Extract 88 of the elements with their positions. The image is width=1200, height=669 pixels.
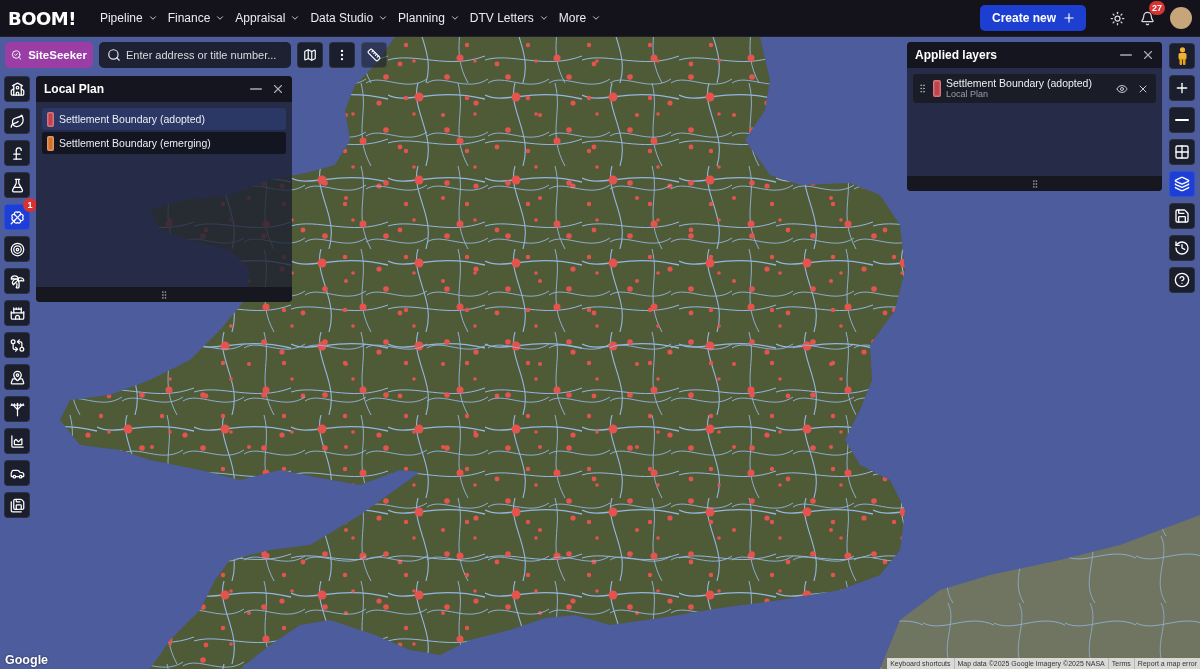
sun-icon [1109, 10, 1125, 26]
tool-button[interactable] [4, 332, 30, 358]
save-stack-icon [9, 497, 25, 513]
siteseeker-button[interactable]: SiteSeeker [5, 42, 93, 68]
area-chart-icon [9, 433, 25, 449]
layer-name: Settlement Boundary (adopted) [946, 76, 1093, 90]
chevron-down-icon [538, 13, 549, 23]
drag-handle-icon[interactable] [159, 289, 169, 300]
chevron-down-icon [215, 13, 226, 23]
eye-icon [1116, 82, 1128, 95]
plus-icon [1174, 80, 1190, 96]
tool-button[interactable] [4, 204, 30, 230]
flask-icon [9, 177, 25, 193]
nav-menu-button[interactable]: Planning [398, 11, 460, 25]
nav-menu-button[interactable]: Appraisal [235, 11, 301, 25]
layers-icon [1174, 176, 1190, 192]
map-pin-icon [9, 369, 25, 385]
bell-icon [1139, 10, 1155, 26]
tool-button[interactable] [4, 268, 30, 294]
tool-button[interactable] [4, 492, 30, 518]
search-field[interactable]: Enter address or title number... [99, 42, 291, 68]
chevron-down-icon [147, 13, 158, 23]
notifications-button[interactable] [1138, 9, 1156, 27]
minimize-icon [1120, 54, 1132, 56]
brand-logo[interactable]: BOOM! [8, 7, 76, 29]
grid-icon [1174, 144, 1190, 160]
minus-icon [1175, 119, 1189, 121]
layers-button[interactable] [1169, 171, 1195, 197]
tool-button[interactable] [4, 76, 30, 102]
ruler-icon [367, 48, 381, 62]
pegman-icon [1176, 47, 1188, 65]
map-icon [303, 48, 317, 62]
plus-icon [1062, 11, 1076, 25]
drag-handle-icon[interactable] [917, 83, 928, 94]
tool-button[interactable] [4, 108, 30, 134]
clover-icon [9, 209, 25, 225]
nav-menu-button[interactable]: Finance [167, 11, 226, 25]
measure-button[interactable] [361, 42, 387, 68]
create-new-button[interactable]: Create new [979, 5, 1086, 31]
school-building-icon [9, 81, 25, 97]
nav-menu-button[interactable]: Data Studio [310, 11, 389, 25]
search-icon [107, 48, 121, 62]
nav-menu-button[interactable]: DTV Letters [469, 11, 549, 25]
chevron-down-icon [290, 13, 301, 23]
help-button[interactable] [1169, 267, 1195, 293]
zoom-in-button[interactable] [1169, 75, 1195, 101]
palm-tree-icon [9, 273, 25, 289]
chevron-down-icon [378, 13, 389, 23]
tool-button[interactable] [4, 300, 30, 326]
history-icon [1174, 240, 1190, 256]
street-view-button[interactable] [1169, 43, 1195, 69]
history-button[interactable] [1169, 235, 1195, 261]
tool-button[interactable] [4, 236, 30, 262]
tool-button[interactable] [4, 140, 30, 166]
grid-button[interactable] [1169, 139, 1195, 165]
more-options-button[interactable] [329, 42, 355, 68]
close-icon [1141, 48, 1155, 62]
layer-list-item[interactable]: Settlement Boundary (adopted) [42, 108, 286, 130]
notification-count-badge: 27 [1149, 1, 1165, 15]
help-icon [1174, 272, 1190, 288]
leaf-icon [9, 113, 25, 129]
minimize-icon [250, 88, 262, 90]
castle-icon [9, 305, 25, 321]
theme-toggle-button[interactable] [1108, 9, 1126, 27]
nav-menu-button[interactable]: More [558, 11, 602, 25]
close-icon [271, 82, 285, 96]
user-avatar[interactable] [1170, 7, 1192, 29]
utility-pole-icon [9, 401, 25, 417]
tool-button[interactable] [4, 428, 30, 454]
panel-title: Local Plan [44, 82, 106, 96]
chevron-down-icon [591, 13, 602, 23]
nav-menu-button[interactable]: Pipeline [99, 11, 158, 25]
chevron-down-icon [449, 13, 460, 23]
layer-source: Local Plan [946, 89, 990, 101]
panel-title: Applied layers [915, 48, 999, 62]
search-check-icon [11, 48, 23, 62]
tool-button[interactable] [4, 460, 30, 486]
save-button[interactable] [1169, 203, 1195, 229]
target-icon [9, 241, 25, 257]
map-provider-logo: Google [5, 653, 49, 667]
save-icon [1174, 208, 1190, 224]
map-type-button[interactable] [297, 42, 323, 68]
zoom-out-button[interactable] [1169, 107, 1195, 133]
layer-list-item[interactable]: Settlement Boundary (emerging) [42, 132, 286, 154]
tool-button[interactable] [4, 172, 30, 198]
tool-button[interactable] [4, 396, 30, 422]
tool-button[interactable] [4, 364, 30, 390]
compare-arrows-icon [9, 337, 25, 353]
